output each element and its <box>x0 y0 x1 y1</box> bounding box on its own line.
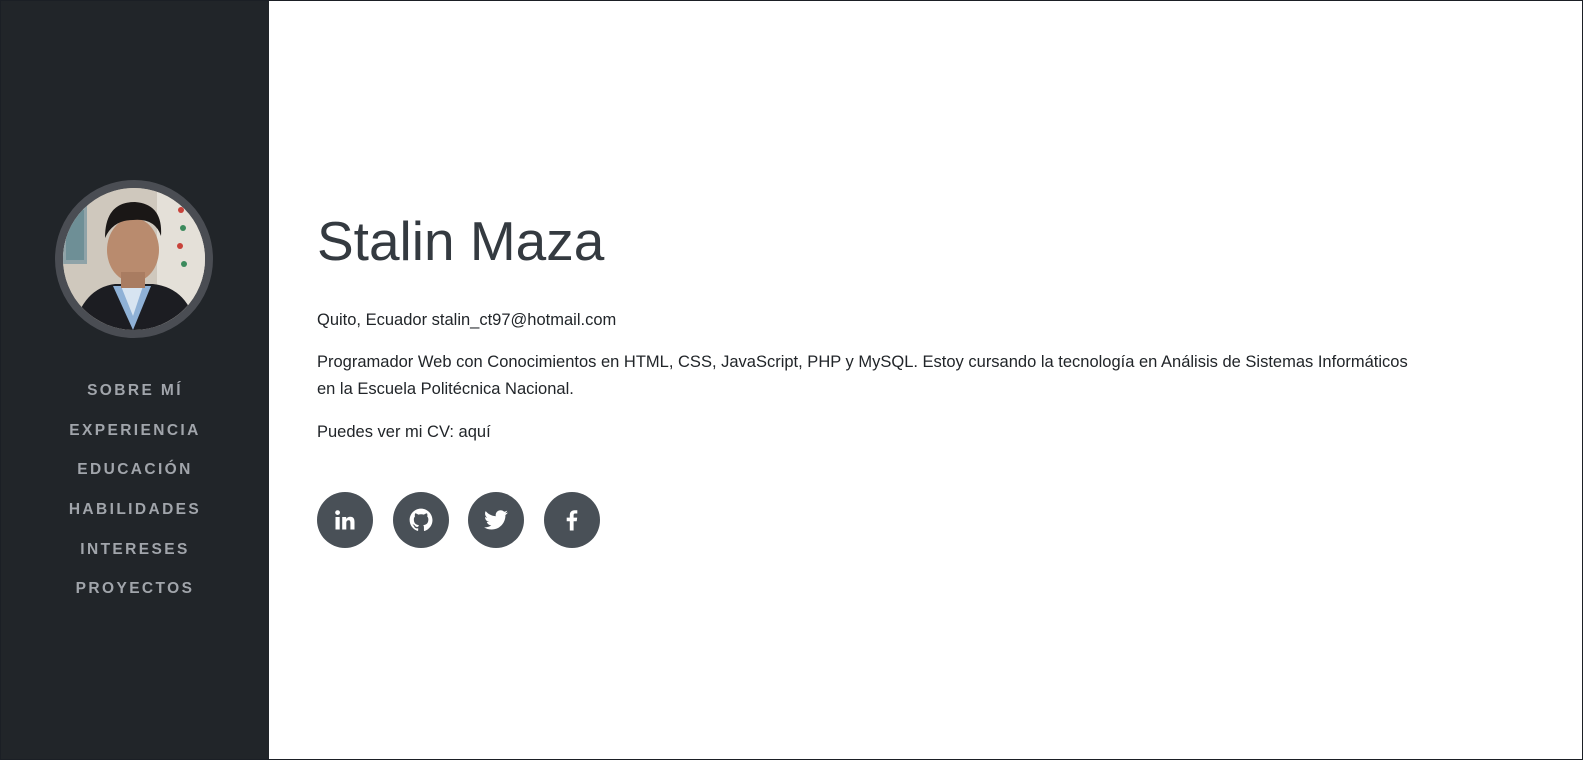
twitter-icon <box>484 510 508 530</box>
facebook-icon <box>566 510 577 531</box>
contact-line: Quito, Ecuador stalin_ct97@hotmail.com <box>317 309 616 331</box>
nav-item-proyectos[interactable]: PROYECTOS <box>1 569 269 609</box>
github-icon <box>409 508 432 531</box>
nav-item-educacion[interactable]: EDUCACIÓN <box>1 450 269 490</box>
github-button[interactable] <box>392 492 449 548</box>
nav-item-habilidades[interactable]: HABILIDADES <box>1 490 269 530</box>
profile-photo <box>63 188 205 330</box>
social-icons <box>317 492 600 548</box>
sidebar: SOBRE MÍ EXPERIENCIA EDUCACIÓN HABILIDAD… <box>1 1 269 759</box>
nav-item-sobre-mi[interactable]: SOBRE MÍ <box>1 371 269 411</box>
profile-avatar[interactable] <box>55 180 213 338</box>
email-link[interactable]: stalin_ct97@hotmail.com <box>432 311 617 329</box>
linkedin-button[interactable] <box>317 492 373 548</box>
sidebar-nav: SOBRE MÍ EXPERIENCIA EDUCACIÓN HABILIDAD… <box>1 371 269 609</box>
facebook-button[interactable] <box>543 492 600 548</box>
bio-paragraph: Programador Web con Conocimientos en HTM… <box>317 353 1408 398</box>
profile-name: Stalin Maza <box>317 210 605 272</box>
twitter-button[interactable] <box>468 492 524 548</box>
page-frame: SOBRE MÍ EXPERIENCIA EDUCACIÓN HABILIDAD… <box>0 0 1583 760</box>
nav-item-experiencia[interactable]: EXPERIENCIA <box>1 411 269 451</box>
cv-link[interactable]: aquí <box>459 423 491 441</box>
cv-line: Puedes ver mi CV: aquí <box>317 421 491 443</box>
location-text: Quito, Ecuador <box>317 311 428 329</box>
nav-item-intereses[interactable]: INTERESES <box>1 530 269 570</box>
linkedin-icon <box>335 510 355 530</box>
cv-prefix-text: Puedes ver mi CV: <box>317 423 454 441</box>
